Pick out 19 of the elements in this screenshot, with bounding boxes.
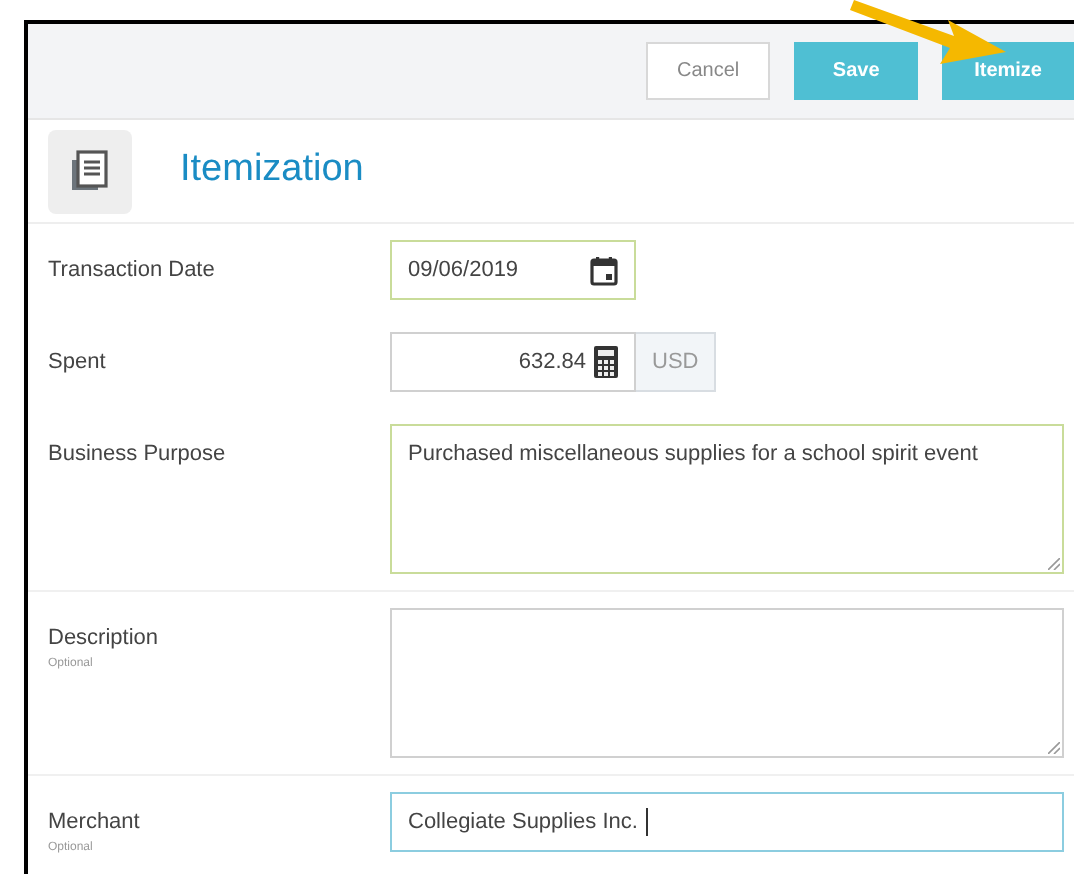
field-label: Description — [48, 624, 161, 654]
date-field[interactable]: 09/06/2019 — [390, 240, 636, 300]
amount-field[interactable]: 632.84 — [390, 332, 636, 392]
input-field[interactable]: Collegiate Supplies Inc. — [390, 792, 1064, 852]
field-label: Spent — [48, 348, 108, 378]
field-label: Business Purpose — [48, 440, 228, 470]
resize-handle-icon[interactable] — [1048, 558, 1060, 570]
currency-label: USD — [636, 332, 717, 392]
cancel-button[interactable]: Cancel — [646, 42, 771, 100]
field-label: Merchant — [48, 808, 142, 838]
resize-handle-icon[interactable] — [1048, 742, 1060, 754]
calculator-icon[interactable] — [594, 346, 618, 378]
text-area[interactable] — [390, 608, 1064, 758]
calendar-icon[interactable] — [590, 255, 618, 285]
page-title: Itemization — [180, 146, 364, 195]
pointer-arrow-icon — [850, 0, 1010, 64]
field-label: Transaction Date — [48, 256, 217, 286]
text-area[interactable]: Purchased miscellaneous supplies for a school spirit event — [390, 424, 1064, 574]
document-icon — [48, 129, 132, 213]
